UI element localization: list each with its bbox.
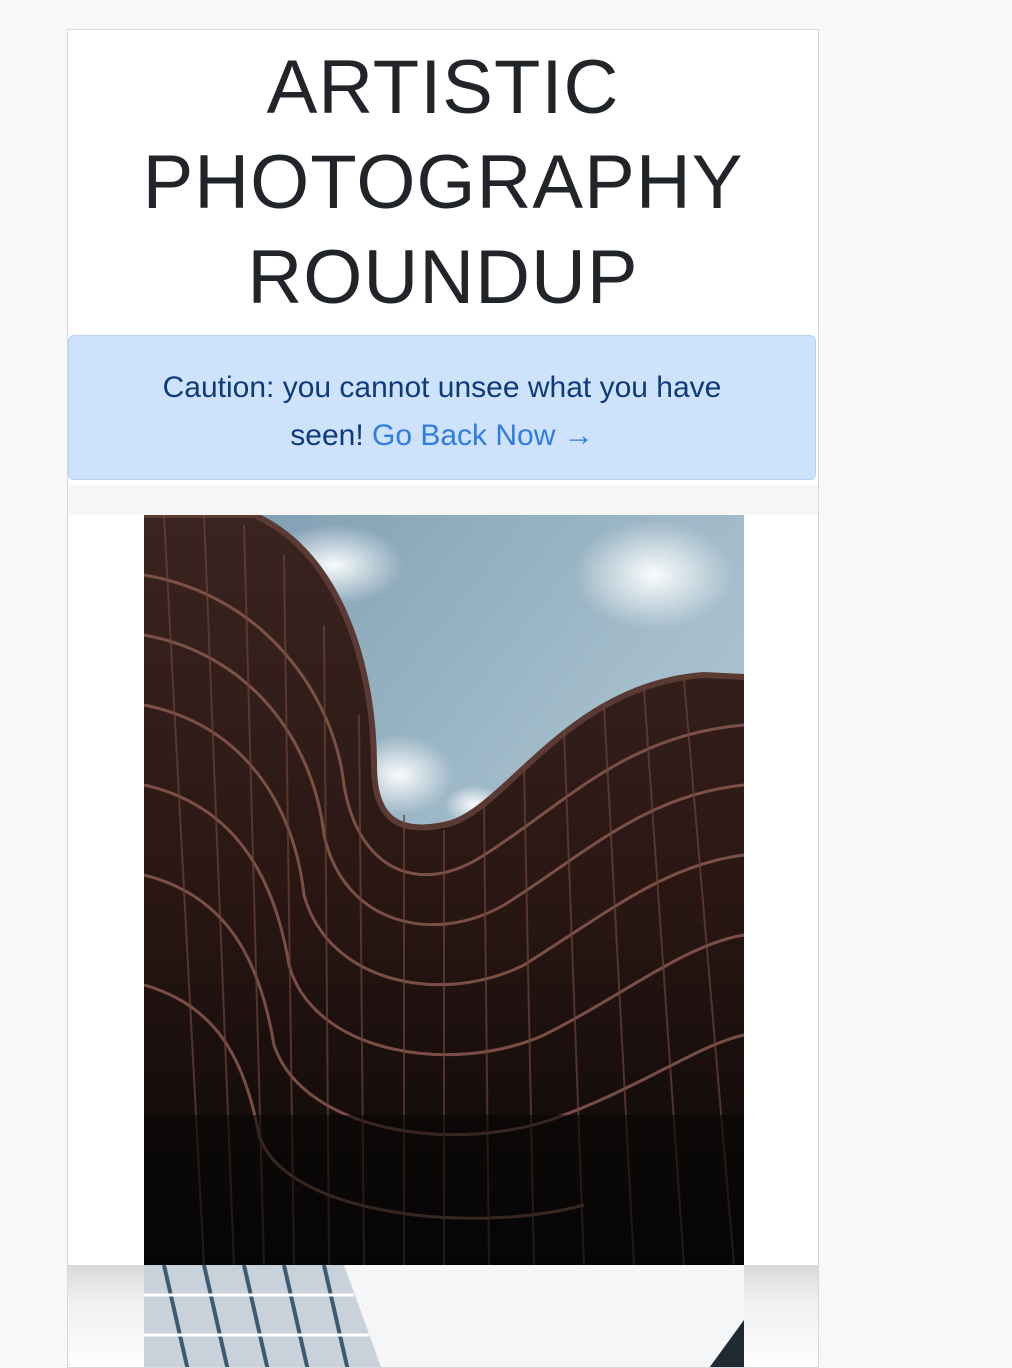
title-line-1: ARTISTIC [266, 45, 620, 130]
gallery-item [68, 515, 818, 1265]
page-container: ARTISTIC PHOTOGRAPHY ROUNDUP Caution: yo… [67, 29, 819, 1368]
building-photo[interactable] [144, 1265, 744, 1368]
title-line-3: ROUNDUP [247, 235, 639, 320]
page-title: ARTISTIC PHOTOGRAPHY ROUNDUP [68, 40, 818, 325]
title-line-2: PHOTOGRAPHY [142, 140, 744, 225]
section-divider [68, 485, 818, 515]
gallery-item [68, 1265, 818, 1368]
architecture-photo[interactable] [144, 515, 744, 1265]
caution-alert: Caution: you cannot unsee what you have … [68, 335, 816, 480]
go-back-link[interactable]: Go Back Now → [372, 419, 594, 452]
